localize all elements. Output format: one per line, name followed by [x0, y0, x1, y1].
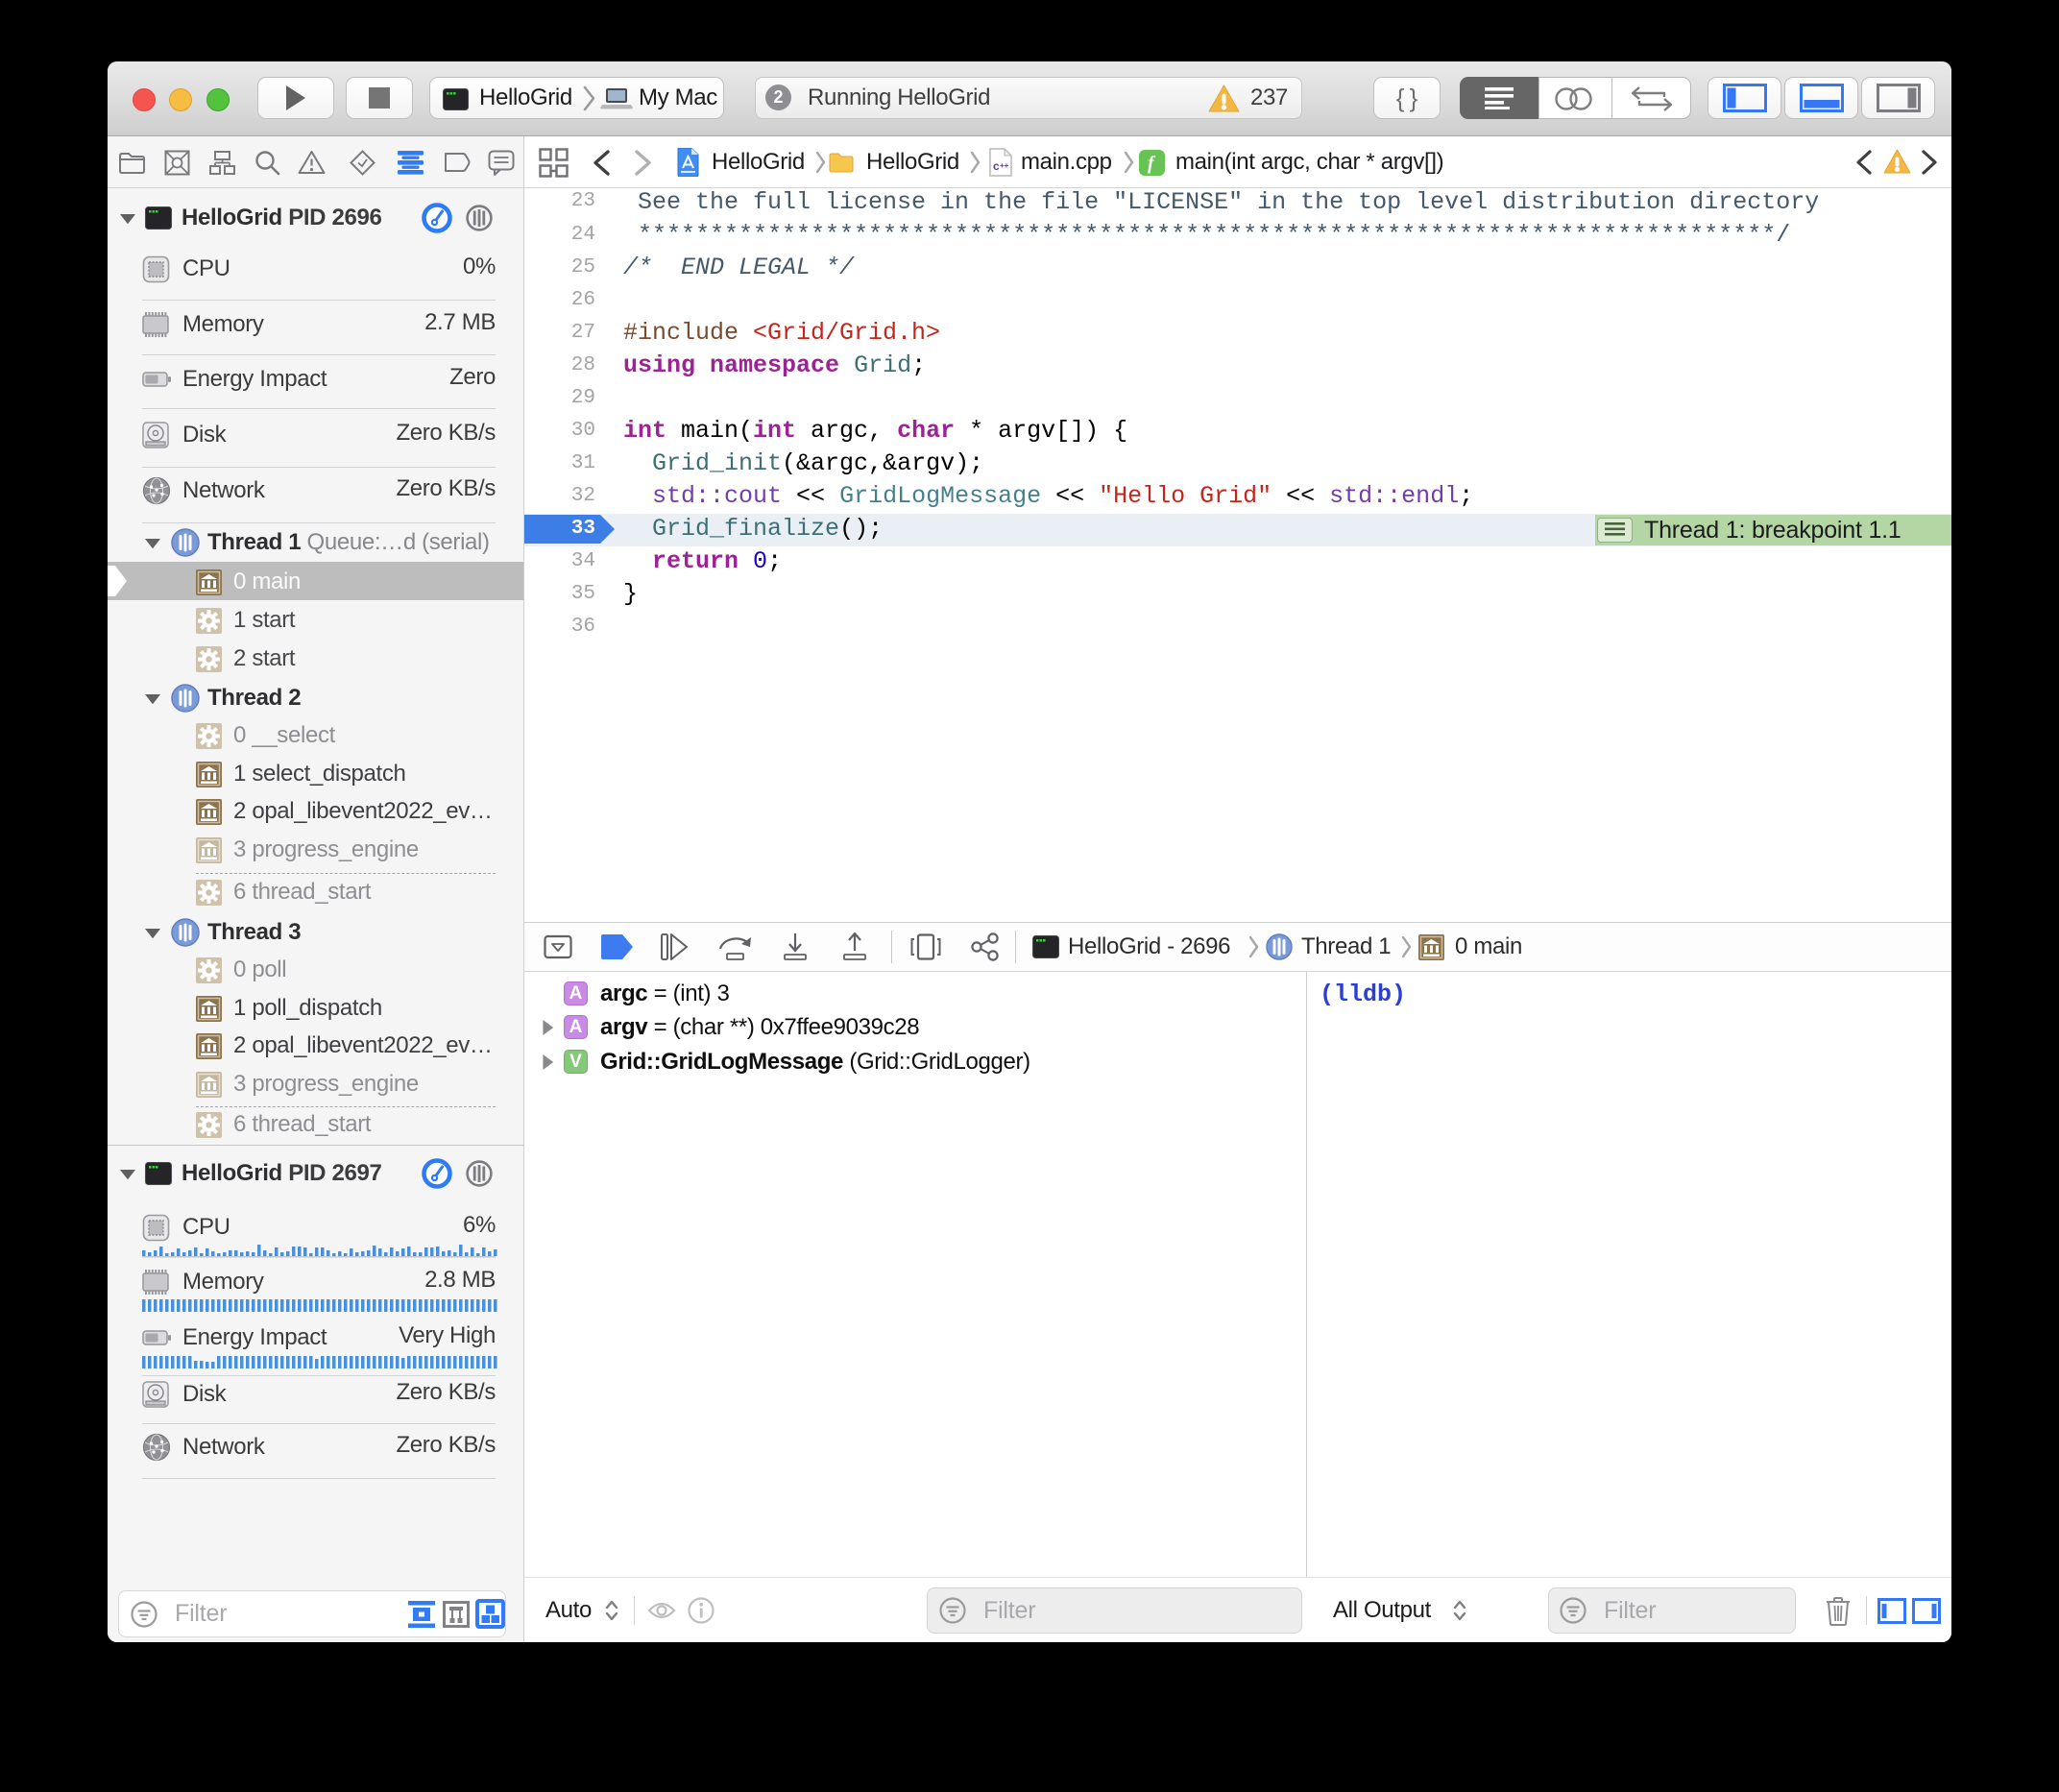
svg-text:++: ++ [1000, 161, 1009, 170]
svg-text:c: c [993, 159, 1000, 173]
